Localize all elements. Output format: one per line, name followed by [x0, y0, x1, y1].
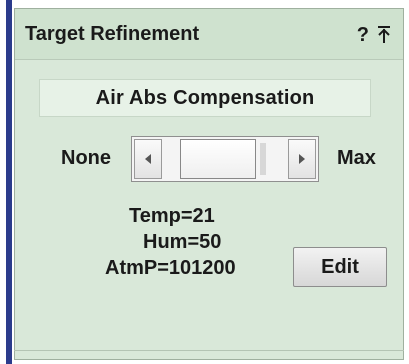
- chevron-right-icon: [299, 154, 305, 164]
- help-icon[interactable]: ?: [357, 25, 369, 45]
- edit-button[interactable]: Edit: [293, 247, 387, 287]
- target-refinement-panel: Target Refinement ? Air Abs Compensation…: [14, 8, 404, 360]
- hum-value: Hum=50: [143, 231, 222, 253]
- window-edge-accent: [6, 0, 12, 364]
- section-title: Air Abs Compensation: [95, 86, 315, 109]
- slider-track-gap: [259, 143, 266, 175]
- app-window: Target Refinement ? Air Abs Compensation…: [0, 0, 409, 364]
- air-abs-slider[interactable]: [131, 136, 319, 182]
- window-edge: [0, 0, 12, 364]
- chevron-left-icon: [145, 154, 151, 164]
- bottom-divider: [14, 350, 404, 351]
- panel-title: Target Refinement: [25, 23, 200, 45]
- slider-min-label: None: [61, 147, 111, 169]
- temp-value: Temp=21: [129, 205, 215, 227]
- panel-header: Target Refinement ?: [15, 9, 403, 60]
- slider-max-label: Max: [337, 147, 376, 169]
- pin-icon[interactable]: [377, 25, 391, 45]
- atmp-value: AtmP=101200: [105, 257, 236, 279]
- slider-thumb[interactable]: [179, 139, 256, 179]
- slider-decrease-button[interactable]: [134, 139, 162, 179]
- slider-increase-button[interactable]: [288, 139, 316, 179]
- section-title-box: Air Abs Compensation: [39, 79, 371, 117]
